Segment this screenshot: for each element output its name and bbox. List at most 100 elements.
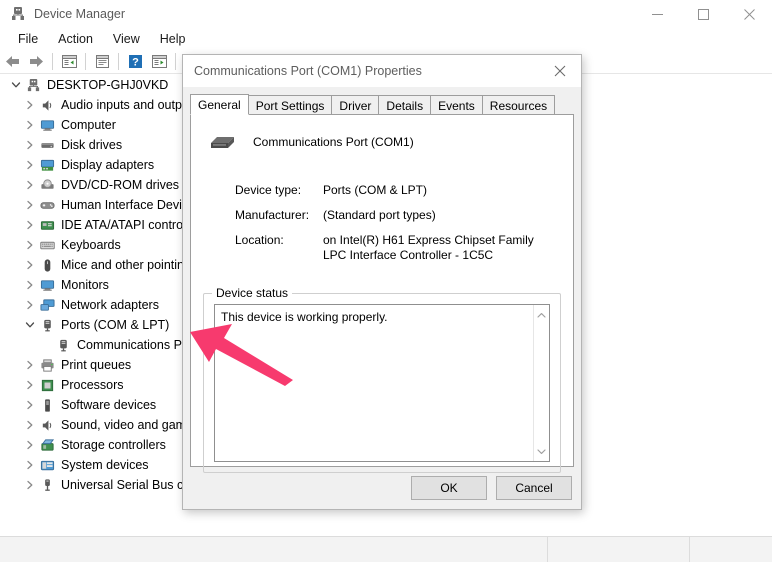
dvd-drive-icon	[38, 177, 56, 193]
chevron-right-icon[interactable]	[22, 417, 38, 433]
back-button[interactable]	[0, 51, 24, 73]
chevron-down-icon[interactable]	[8, 77, 24, 93]
ok-button[interactable]: OK	[411, 476, 487, 500]
display-adapter-icon	[38, 157, 56, 173]
help-pane-button[interactable]	[90, 51, 114, 73]
tree-item-label: Keyboards	[61, 237, 121, 253]
status-panel-1	[0, 537, 548, 562]
system-device-icon	[38, 457, 56, 473]
keyboard-icon	[38, 237, 56, 253]
cancel-button[interactable]: Cancel	[496, 476, 572, 500]
menu-action[interactable]: Action	[48, 30, 103, 48]
tree-item-label: System devices	[61, 457, 149, 473]
speaker-icon	[38, 97, 56, 113]
device-status-group: Device status This device is working pro…	[203, 293, 561, 473]
chevron-right-icon[interactable]	[22, 437, 38, 453]
processor-icon	[38, 377, 56, 393]
chevron-down-icon[interactable]	[534, 444, 550, 458]
dialog-body: General Port Settings Driver Details Eve…	[183, 87, 581, 509]
monitor-icon	[38, 277, 56, 293]
help-button[interactable]: ?	[123, 51, 147, 73]
menu-file[interactable]: File	[8, 30, 48, 48]
chevron-right-icon[interactable]	[22, 457, 38, 473]
properties-button[interactable]	[57, 51, 81, 73]
tree-item-label: Ports (COM & LPT)	[61, 317, 169, 333]
chevron-right-icon[interactable]	[22, 97, 38, 113]
chevron-up-icon[interactable]	[534, 308, 550, 322]
device-properties: Device type: Ports (COM & LPT) Manufactu…	[235, 183, 561, 273]
device-status-scrollbar[interactable]	[533, 305, 549, 461]
mouse-icon	[38, 257, 56, 273]
tree-item-label: Computer	[61, 117, 116, 133]
device-manager-icon	[9, 6, 26, 23]
chevron-down-icon[interactable]	[22, 317, 38, 333]
disk-drive-icon	[38, 137, 56, 153]
tree-item-label: Processors	[61, 377, 124, 393]
chevron-right-icon[interactable]	[22, 217, 38, 233]
chevron-right-icon[interactable]	[22, 397, 38, 413]
property-label: Location:	[235, 233, 323, 263]
chevron-right-icon[interactable]	[22, 257, 38, 273]
tree-item-label: Disk drives	[61, 137, 122, 153]
chevron-right-icon[interactable]	[22, 197, 38, 213]
tree-root-label: DESKTOP-GHJ0VKD	[47, 77, 168, 93]
forward-button[interactable]	[24, 51, 48, 73]
device-name: Communications Port (COM1)	[253, 129, 414, 155]
tree-item-label: Print queues	[61, 357, 131, 373]
toolbar-separator-4	[175, 53, 176, 70]
tree-item-label: Network adapters	[61, 297, 159, 313]
device-status-textbox[interactable]: This device is working properly.	[214, 304, 550, 462]
chevron-right-icon[interactable]	[22, 117, 38, 133]
close-icon[interactable]	[539, 55, 581, 87]
tab-details[interactable]: Details	[378, 95, 431, 115]
property-value: (Standard port types)	[323, 208, 436, 223]
chevron-right-icon[interactable]	[22, 277, 38, 293]
chevron-right-icon[interactable]	[22, 157, 38, 173]
chevron-right-icon[interactable]	[22, 477, 38, 493]
dialog-tabs: General Port Settings Driver Details Eve…	[190, 94, 574, 115]
properties-dialog: Communications Port (COM1) Properties Ge…	[182, 54, 582, 510]
tab-resources[interactable]: Resources	[482, 95, 555, 115]
speaker-icon	[38, 417, 56, 433]
close-button[interactable]	[726, 0, 772, 28]
status-panel-3	[690, 537, 772, 562]
status-panel-2	[548, 537, 690, 562]
chevron-right-icon[interactable]	[22, 177, 38, 193]
window-controls	[634, 0, 772, 28]
device-header: Communications Port (COM1)	[205, 129, 414, 159]
scan-hardware-button[interactable]	[147, 51, 171, 73]
chevron-right-icon[interactable]	[22, 377, 38, 393]
minimize-button[interactable]	[634, 0, 680, 28]
tab-port-settings[interactable]: Port Settings	[248, 95, 333, 115]
chevron-right-icon[interactable]	[22, 137, 38, 153]
property-row: Device type: Ports (COM & LPT)	[235, 183, 561, 198]
storage-controller-icon	[38, 437, 56, 453]
chevron-right-icon[interactable]	[22, 297, 38, 313]
monitor-icon	[38, 117, 56, 133]
network-adapter-icon	[38, 297, 56, 313]
menubar: File Action View Help	[0, 28, 772, 50]
property-label: Manufacturer:	[235, 208, 323, 223]
tab-general[interactable]: General	[190, 94, 249, 115]
toolbar-separator-3	[118, 53, 119, 70]
toolbar-separator-2	[85, 53, 86, 70]
port-icon	[54, 337, 72, 353]
maximize-button[interactable]	[680, 0, 726, 28]
property-row: Manufacturer: (Standard port types)	[235, 208, 561, 223]
device-manager-window: Device Manager File Action View Help	[0, 0, 772, 562]
tab-page-general: Communications Port (COM1) Device type: …	[190, 114, 574, 467]
chevron-right-icon[interactable]	[22, 357, 38, 373]
dialog-titlebar: Communications Port (COM1) Properties	[183, 55, 581, 87]
svg-text:?: ?	[132, 57, 139, 69]
tab-events[interactable]: Events	[430, 95, 483, 115]
dialog-title: Communications Port (COM1) Properties	[194, 64, 422, 78]
dialog-buttons: OK Cancel	[402, 476, 572, 500]
tab-driver[interactable]: Driver	[331, 95, 379, 115]
usb-icon	[38, 477, 56, 493]
chevron-right-icon[interactable]	[22, 237, 38, 253]
hid-icon	[38, 197, 56, 213]
tree-item-label: Software devices	[61, 397, 156, 413]
menu-help[interactable]: Help	[150, 30, 196, 48]
tree-item-label: Audio inputs and outputs	[61, 97, 199, 113]
menu-view[interactable]: View	[103, 30, 150, 48]
